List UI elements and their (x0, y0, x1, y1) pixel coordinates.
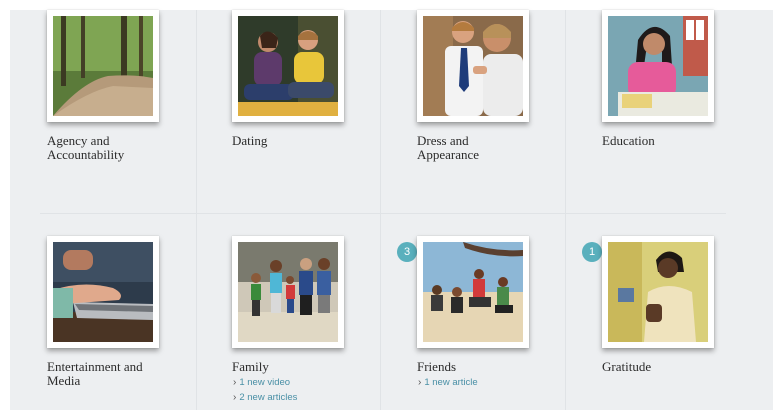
boys-tie-photo[interactable] (417, 10, 529, 122)
column-divider (196, 10, 197, 410)
topic-title[interactable]: Gratitude (602, 360, 772, 374)
new-video-link[interactable]: › 1 new video (233, 377, 290, 388)
chevron-right-icon: › (233, 377, 237, 388)
couple-talking-photo[interactable] (232, 10, 344, 122)
topic-title[interactable]: Entertainment and Media (47, 360, 217, 388)
chevron-right-icon: › (233, 392, 237, 403)
column-divider (565, 10, 566, 410)
girl-studying-photo[interactable] (602, 10, 714, 122)
topic-title[interactable]: Agency and Accountability (47, 134, 217, 162)
new-article-link[interactable]: › 1 new article (418, 377, 478, 388)
row-divider (40, 213, 726, 214)
laptop-typing-photo[interactable] (47, 236, 159, 348)
forest-path-photo[interactable] (47, 10, 159, 122)
topic-title[interactable]: Family (232, 360, 402, 374)
friends-beach-photo[interactable] (417, 236, 529, 348)
topic-title[interactable]: Friends (417, 360, 587, 374)
family-beach-photo[interactable] (232, 236, 344, 348)
new-content-badge: 1 (582, 242, 602, 262)
new-content-badge: 3 (397, 242, 417, 262)
new-articles-link[interactable]: › 2 new articles (233, 392, 297, 403)
topic-title[interactable]: Education (602, 134, 772, 148)
topic-title[interactable]: Dating (232, 134, 402, 148)
girl-praying-photo[interactable] (602, 236, 714, 348)
chevron-right-icon: › (418, 377, 422, 388)
topic-title[interactable]: Dress and Appearance (417, 134, 587, 162)
column-divider (380, 10, 381, 410)
